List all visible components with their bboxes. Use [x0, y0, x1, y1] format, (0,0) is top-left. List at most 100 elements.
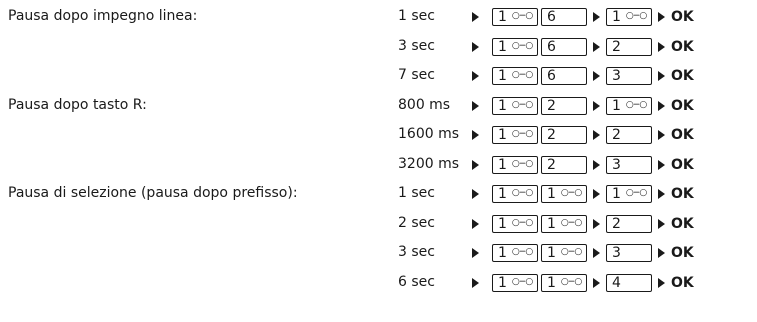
- triangle-right-icon: [472, 71, 479, 81]
- key-digit: 1: [498, 127, 507, 143]
- key-digit: 1: [612, 97, 621, 114]
- triangle-right-icon: [472, 130, 479, 140]
- triangle-right-icon: [593, 130, 600, 140]
- triangle-right-icon: [658, 71, 665, 81]
- key-digit: 2: [547, 97, 556, 114]
- voicemail-icon: ○−○: [625, 188, 647, 198]
- setting-value: 1 sec: [398, 8, 435, 24]
- key-sequence: 1 ○−○ 2 1 ○−○ OK: [472, 95, 694, 117]
- key-digit: 1: [547, 186, 556, 202]
- ok-label: OK: [671, 186, 694, 202]
- triangle-right-icon: [593, 12, 600, 22]
- key-digit: 1: [612, 186, 621, 202]
- triangle-right-icon: [593, 248, 600, 258]
- key-sequence: 1 ○−○ 1 ○−○ 2 OK: [472, 213, 694, 235]
- voicemail-icon: ○−○: [625, 99, 647, 110]
- ok-label: OK: [671, 127, 694, 143]
- triangle-right-icon: [593, 41, 600, 52]
- key-digit: 3: [612, 68, 621, 84]
- menu-key: 2: [541, 126, 587, 144]
- select-key: 4: [606, 273, 652, 292]
- triangle-right-icon: [472, 277, 479, 288]
- triangle-right-icon: [658, 248, 665, 258]
- ok-label: OK: [671, 215, 694, 232]
- triangle-right-icon: [658, 12, 665, 22]
- key-digit: 6: [547, 38, 556, 55]
- select-key: 1 ○−○: [606, 185, 652, 203]
- key-digit: 1: [498, 245, 507, 261]
- key-digit: 1: [498, 186, 507, 202]
- menu-key: 6: [541, 67, 587, 85]
- triangle-right-icon: [593, 71, 600, 81]
- key-digit: 2: [612, 127, 621, 143]
- setting-row: 7 sec 1 ○−○ 6 3 OK: [0, 64, 757, 88]
- voicemail-icon: ○−○: [511, 129, 533, 139]
- setting-row: 3 sec 1 ○−○ 6 2 OK: [0, 35, 757, 59]
- setting-value: 3200 ms: [398, 155, 460, 172]
- key-digit: 3: [612, 156, 621, 173]
- voicemail-icon: ○−○: [560, 247, 582, 257]
- setting-value: 1600 ms: [398, 126, 460, 142]
- menu-key: 1 ○−○: [541, 214, 587, 233]
- setting-value: 3 sec: [398, 244, 435, 260]
- triangle-right-icon: [593, 218, 600, 229]
- key-sequence: 1 ○−○ 2 2 OK: [472, 124, 694, 146]
- key-digit: 2: [547, 156, 556, 173]
- key-digit: 1: [612, 9, 621, 25]
- key-digit: 3: [612, 245, 621, 261]
- menu-key: 1 ○−○: [492, 96, 538, 115]
- key-digit: 1: [498, 274, 507, 291]
- menu-key: 1 ○−○: [492, 67, 538, 85]
- setting-row: Pausa di selezione (pausa dopo prefisso)…: [0, 182, 757, 206]
- key-digit: 1: [498, 38, 507, 55]
- key-sequence: 1 ○−○ 1 ○−○ 3 OK: [472, 242, 694, 264]
- menu-key: 6: [541, 8, 587, 26]
- select-key: 1 ○−○: [606, 96, 652, 115]
- key-sequence: 1 ○−○ 6 1 ○−○ OK: [472, 6, 694, 28]
- menu-key: 2: [541, 96, 587, 115]
- voicemail-icon: ○−○: [560, 276, 582, 287]
- voicemail-icon: ○−○: [511, 217, 533, 228]
- key-digit: 6: [547, 9, 556, 25]
- setting-label: Pausa dopo tasto R:: [8, 96, 147, 113]
- triangle-right-icon: [658, 41, 665, 52]
- voicemail-icon: ○−○: [625, 11, 647, 21]
- setting-value: 1 sec: [398, 185, 435, 201]
- triangle-right-icon: [472, 218, 479, 229]
- setting-value: 3 sec: [398, 37, 435, 54]
- triangle-right-icon: [472, 189, 479, 199]
- voicemail-icon: ○−○: [511, 188, 533, 198]
- triangle-right-icon: [472, 159, 479, 170]
- ok-label: OK: [671, 274, 694, 291]
- menu-key: 1 ○−○: [492, 155, 538, 174]
- key-digit: 1: [498, 215, 507, 232]
- select-key: 2: [606, 126, 652, 144]
- menu-key: 6: [541, 37, 587, 56]
- voicemail-icon: ○−○: [511, 11, 533, 21]
- triangle-right-icon: [593, 189, 600, 199]
- setting-row: 2 sec 1 ○−○ 1 ○−○ 2 OK: [0, 212, 757, 236]
- triangle-right-icon: [472, 12, 479, 22]
- menu-key: 2: [541, 155, 587, 174]
- voicemail-icon: ○−○: [560, 188, 582, 198]
- triangle-right-icon: [658, 130, 665, 140]
- setting-row: 6 sec 1 ○−○ 1 ○−○ 4 OK: [0, 271, 757, 295]
- ok-label: OK: [671, 68, 694, 84]
- setting-value: 6 sec: [398, 273, 435, 290]
- key-digit: 1: [498, 68, 507, 84]
- menu-key: 1 ○−○: [541, 273, 587, 292]
- setting-value: 7 sec: [398, 67, 435, 83]
- key-digit: 1: [498, 156, 507, 173]
- setting-row: Pausa dopo impegno linea: 1 sec 1 ○−○ 6 1 ○−○ O…: [0, 5, 757, 29]
- key-digit: 1: [498, 97, 507, 114]
- key-digit: 1: [547, 245, 556, 261]
- ok-label: OK: [671, 245, 694, 261]
- key-digit: 1: [498, 9, 507, 25]
- menu-key: 1 ○−○: [492, 273, 538, 292]
- menu-key: 1 ○−○: [492, 37, 538, 56]
- select-key: 3: [606, 244, 652, 262]
- voicemail-icon: ○−○: [511, 276, 533, 287]
- key-sequence: 1 ○−○ 1 ○−○ 1 ○−○ OK: [472, 183, 694, 205]
- setting-row: 1600 ms 1 ○−○ 2 2 OK: [0, 123, 757, 147]
- key-digit: 1: [547, 274, 556, 291]
